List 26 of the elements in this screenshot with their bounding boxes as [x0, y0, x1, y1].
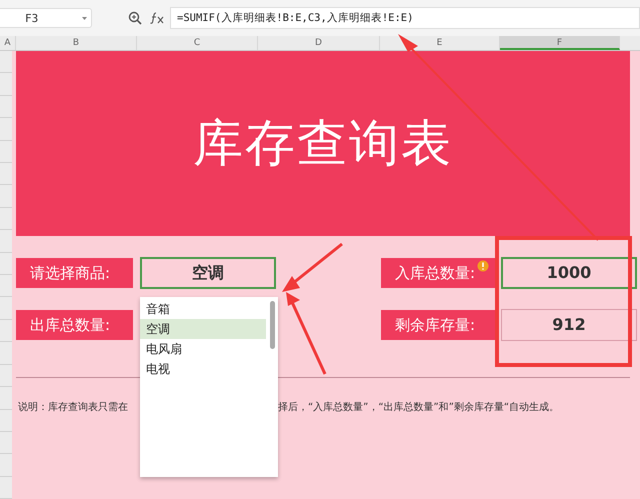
column-header[interactable]: A: [0, 36, 16, 50]
warning-icon[interactable]: [477, 260, 489, 272]
column-header[interactable]: B: [16, 36, 137, 50]
value-cell[interactable]: 912: [501, 309, 637, 341]
dropdown-option[interactable]: 电视: [140, 359, 266, 379]
column-header[interactable]: D: [258, 36, 380, 50]
name-box[interactable]: F3: [0, 8, 92, 28]
scrollbar-thumb[interactable]: [270, 301, 275, 349]
note-text: 说明：库存查询表只需在: [18, 400, 128, 414]
caret-icon: [82, 16, 87, 20]
formula-field[interactable]: =SUMIF(入库明细表!B:E,C3,入库明细表!E:E): [170, 7, 640, 29]
dropdown-option[interactable]: 音箱: [140, 299, 266, 319]
note-text: 择后，“入库总数量”，“出库总数量”和”剩余库存量“自动生成。: [278, 400, 560, 414]
field-label: 入库总数量:: [381, 258, 496, 288]
dropdown-option[interactable]: 空调: [140, 319, 266, 339]
column-header[interactable]: C: [137, 36, 258, 50]
field-label: 剩余库存量:: [381, 310, 496, 340]
value-cell[interactable]: 空调: [140, 257, 276, 289]
field-label: 出库总数量:: [16, 310, 133, 340]
sheet-title: 库存查询表: [193, 113, 453, 174]
value-cell[interactable]: 1000: [501, 257, 637, 289]
dropdown-option[interactable]: 电风扇: [140, 339, 266, 359]
function-icon[interactable]: [150, 12, 164, 24]
column-header[interactable]: F: [500, 36, 620, 50]
field-label: 请选择商品:: [16, 258, 133, 288]
zoom-icon[interactable]: [128, 11, 142, 25]
